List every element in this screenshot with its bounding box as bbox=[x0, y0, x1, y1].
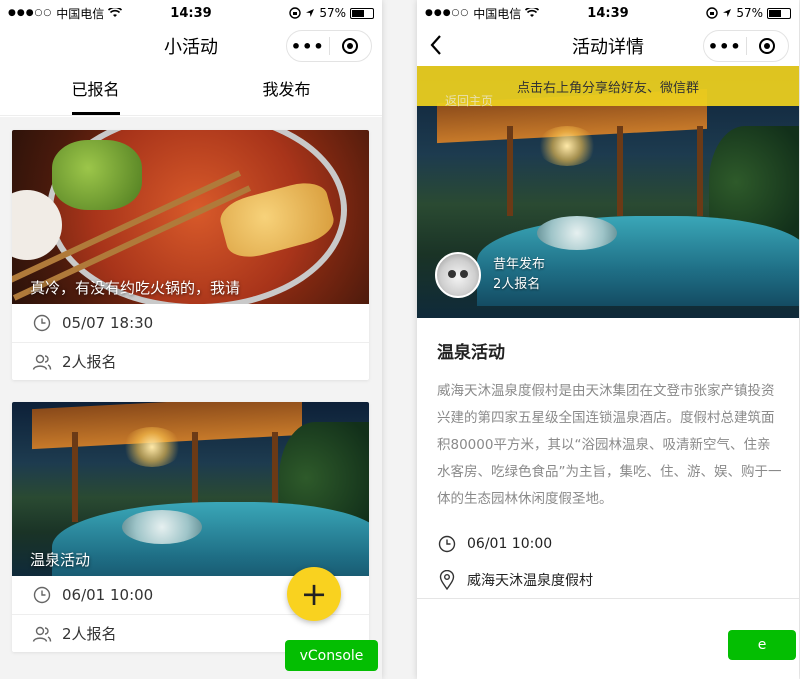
status-bar: ●●●○○ 中国电信 14:39 57% bbox=[0, 0, 382, 26]
add-activity-button[interactable]: + bbox=[287, 567, 341, 621]
clock-icon bbox=[32, 585, 52, 605]
card-datetime-row: 05/07 18:30 bbox=[12, 304, 369, 342]
card-caption: 温泉活动 bbox=[30, 551, 91, 569]
tab-published[interactable]: 我发布 bbox=[191, 66, 382, 115]
tab-bar: 已报名 我发布 bbox=[0, 66, 382, 116]
card-signups: 2人报名 bbox=[62, 625, 117, 643]
status-bar: ●●●○○ 中国电信 14:39 57% bbox=[417, 0, 799, 26]
close-icon bbox=[342, 38, 359, 54]
page-title: 小活动 bbox=[164, 37, 218, 58]
tab-signed-up[interactable]: 已报名 bbox=[0, 66, 191, 115]
hot-spring-image: 温泉活动 bbox=[12, 402, 369, 576]
wifi-icon bbox=[525, 8, 540, 18]
page-title: 活动详情 bbox=[572, 37, 644, 58]
vconsole-button[interactable]: e bbox=[728, 630, 796, 660]
return-home-link[interactable]: 返回主页 bbox=[445, 92, 493, 109]
rotation-lock-icon bbox=[706, 7, 719, 19]
clock-icon bbox=[32, 313, 52, 333]
event-datetime: 06/01 10:00 bbox=[467, 536, 553, 552]
card-datetime: 05/07 18:30 bbox=[62, 314, 154, 332]
map-pin-icon bbox=[437, 570, 457, 590]
battery-icon bbox=[350, 7, 374, 19]
author-name: 昔年发布 bbox=[493, 257, 546, 272]
people-icon bbox=[32, 352, 52, 372]
hotpot-image: 真冷，有没有约吃火锅的，我请 bbox=[12, 130, 369, 304]
wifi-icon bbox=[108, 8, 123, 18]
more-menu-button[interactable]: ••• bbox=[704, 37, 746, 56]
battery-icon bbox=[767, 7, 791, 19]
close-miniprogram-button[interactable] bbox=[330, 38, 372, 54]
carrier-label: 中国电信 bbox=[473, 6, 522, 21]
vconsole-button[interactable]: vConsole bbox=[285, 640, 378, 671]
card-signups-row: 2人报名 bbox=[12, 342, 369, 380]
chevron-left-icon bbox=[430, 35, 441, 55]
miniprogram-capsule: ••• bbox=[286, 30, 372, 62]
activity-list-screen: ●●●○○ 中国电信 14:39 57% 小活动 ••• 已报名 我发布 真冷，… bbox=[0, 0, 382, 679]
battery-percent: 57% bbox=[319, 6, 346, 20]
event-location-row[interactable]: 威海天沐温泉度假村 bbox=[437, 562, 781, 598]
carrier-label: 中国电信 bbox=[56, 6, 105, 21]
close-icon bbox=[759, 38, 776, 54]
card-signups: 2人报名 bbox=[62, 353, 117, 371]
author-signups: 2人报名 bbox=[493, 277, 541, 292]
event-description: 威海天沐温泉度假村是由天沐集团在文登市张家产镇投资兴建的第四家五星级全国连锁温泉… bbox=[437, 383, 782, 507]
people-icon bbox=[32, 624, 52, 644]
activity-card[interactable]: 真冷，有没有约吃火锅的，我请 05/07 18:30 2人报名 bbox=[12, 130, 369, 380]
card-datetime: 06/01 10:00 bbox=[62, 586, 154, 604]
avatar bbox=[435, 252, 481, 298]
location-icon bbox=[722, 8, 732, 18]
event-location: 威海天沐温泉度假村 bbox=[467, 573, 593, 589]
event-datetime-row: 06/01 10:00 bbox=[437, 526, 781, 562]
battery-percent: 57% bbox=[736, 6, 763, 20]
section-divider bbox=[417, 598, 799, 599]
location-icon bbox=[305, 8, 315, 18]
title-bar: 活动详情 ••• bbox=[417, 26, 799, 66]
back-button[interactable] bbox=[429, 34, 443, 56]
signal-icon: ●●●○○ bbox=[425, 8, 470, 18]
plus-icon: + bbox=[300, 575, 328, 613]
signal-icon: ●●●○○ bbox=[8, 8, 53, 18]
more-menu-button[interactable]: ••• bbox=[287, 37, 329, 56]
event-cover-image: 点击右上角分享给好友、微信群 返回主页 昔年发布 2人报名 bbox=[417, 66, 799, 318]
title-bar: 小活动 ••• bbox=[0, 26, 382, 66]
activity-detail-screen: ●●●○○ 中国电信 14:39 57% 活动详情 ••• 点击右上角分享给好友… bbox=[417, 0, 799, 679]
close-miniprogram-button[interactable] bbox=[747, 38, 789, 54]
miniprogram-capsule: ••• bbox=[703, 30, 789, 62]
card-caption: 真冷，有没有约吃火锅的，我请 bbox=[30, 279, 241, 297]
rotation-lock-icon bbox=[289, 7, 302, 19]
event-title: 温泉活动 bbox=[437, 343, 505, 363]
author-info: 昔年发布 2人报名 bbox=[435, 252, 545, 298]
clock-icon bbox=[437, 534, 457, 554]
